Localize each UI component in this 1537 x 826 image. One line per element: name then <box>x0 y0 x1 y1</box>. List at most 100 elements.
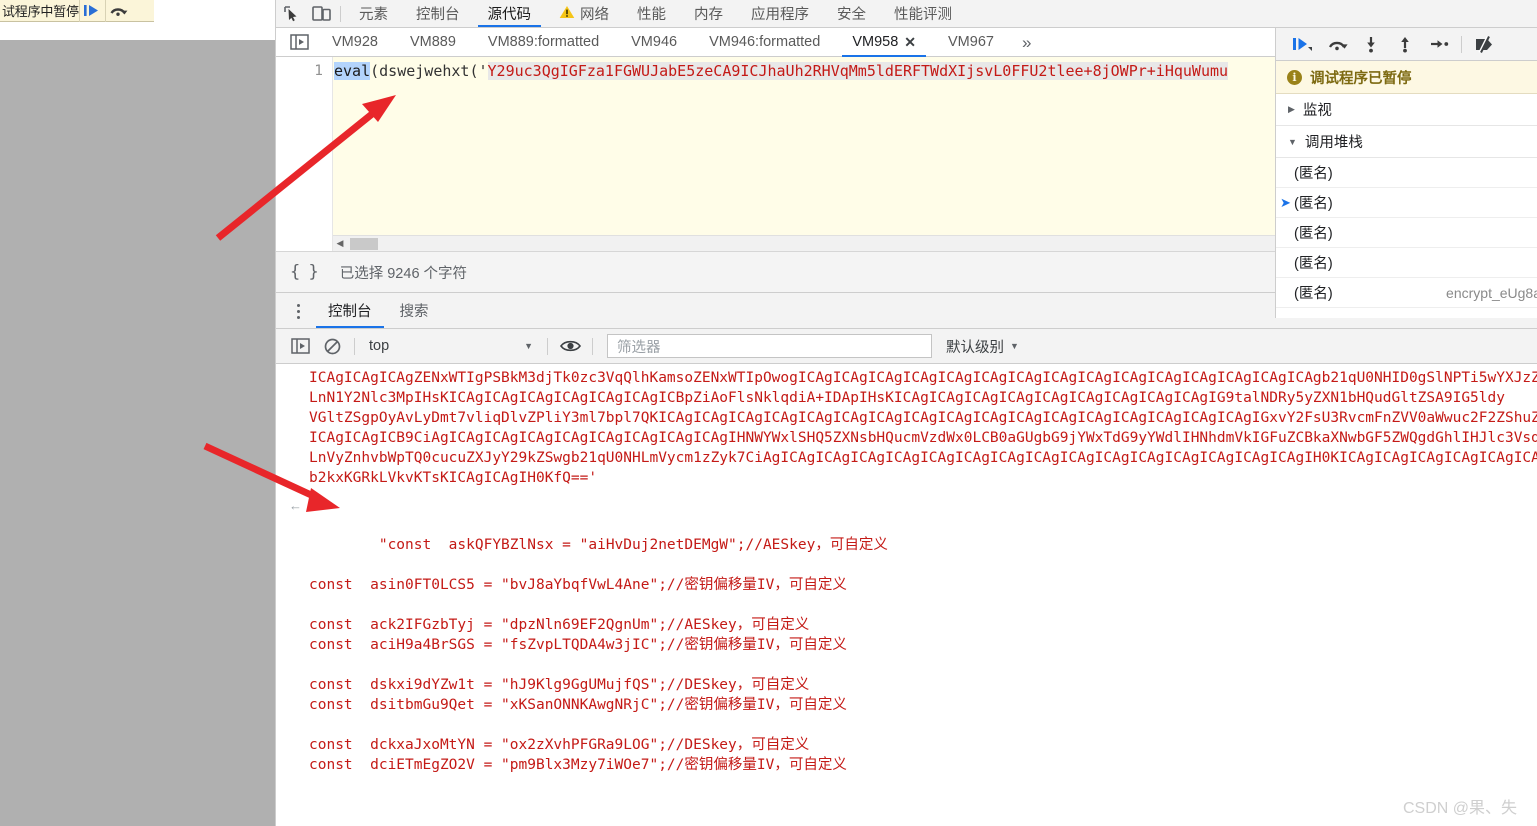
resume-script-icon[interactable] <box>1286 28 1320 60</box>
code-string-literal: Y29uc3QgIGFza1FGWUJabE5zeCA9ICJhaUh2RHVq… <box>487 62 1229 80</box>
source-tab-vm958[interactable]: VM958 ✕ <box>836 28 932 57</box>
source-tab-vm928[interactable]: VM928 <box>316 28 394 56</box>
code-keyword: eval <box>334 62 371 80</box>
page-paused-text: 试程序中暂停 <box>2 4 79 19</box>
call-stack-frame[interactable]: (匿名) <box>1276 158 1537 188</box>
console-sidebar-icon[interactable] <box>284 330 316 363</box>
drawer-tab-search[interactable]: 搜索 <box>386 293 443 328</box>
call-stack-frame-name: (匿名) <box>1294 256 1333 272</box>
paused-message-text: 调试程序已暂停 <box>1310 70 1412 87</box>
tab-application-label: 应用程序 <box>751 7 809 23</box>
scroll-left-icon[interactable]: ◀ <box>333 238 347 249</box>
console-toolbar: top ▼ 筛选器 默认级别 ▼ <box>276 329 1537 364</box>
call-stack-frame-name: (匿名) <box>1294 226 1333 242</box>
console-log-line: const dsitbmGu9Qet = "xKSanONNKAwgNRjC";… <box>309 697 847 713</box>
watch-section-label: 监视 <box>1302 103 1332 119</box>
watch-section-header[interactable]: ▶ 监视 <box>1276 94 1537 126</box>
chevron-down-icon: ▼ <box>524 341 533 351</box>
clear-console-icon[interactable] <box>316 330 348 363</box>
page-viewport: 试程序中暂停 <box>0 0 275 826</box>
tab-memory-label: 内存 <box>694 7 723 23</box>
toolbar-divider <box>547 337 548 355</box>
selection-character-count: 已选择 9246 个字符 <box>339 265 468 282</box>
tab-sources[interactable]: 源代码 <box>474 0 546 27</box>
tab-memory[interactable]: 内存 <box>680 0 737 27</box>
inspect-element-icon[interactable] <box>276 0 306 27</box>
tab-performance-label: 性能 <box>637 7 666 23</box>
console-base64-line: ICAgICAgICB9CiAgICAgICAgICAgICAgICAgICAg… <box>309 430 1537 446</box>
source-tab-vm967[interactable]: VM967 <box>932 28 1010 56</box>
screenshot-root: 试程序中暂停 元素 控制台 源代码 网络 性能 内存 应用程序 安全 性能评测 … <box>0 0 1537 826</box>
source-tab-vm946-formatted[interactable]: VM946:formatted <box>693 28 836 56</box>
call-stack-frame[interactable]: ➤ (匿名) <box>1276 188 1537 218</box>
tab-sources-label: 源代码 <box>487 7 532 23</box>
source-tab-vm889[interactable]: VM889 <box>394 28 472 56</box>
console-filter-input[interactable]: 筛选器 <box>607 334 932 358</box>
step-out-icon[interactable] <box>1388 28 1422 60</box>
debugger-toolbar <box>1276 28 1537 61</box>
execution-context-value: top <box>369 338 390 354</box>
debugger-sidebar: i 调试程序已暂停 ▶ 监视 ▼ 调用堆栈 (匿名) ➤ (匿名) (匿名) (… <box>1275 28 1537 318</box>
watermark: CSDN @果、失 <box>1402 800 1517 817</box>
close-icon[interactable]: ✕ <box>904 35 916 49</box>
call-stack-frame-name: (匿名) <box>1294 286 1333 302</box>
call-stack-section-label: 调用堆栈 <box>1304 135 1363 151</box>
toolbar-divider <box>1461 35 1462 53</box>
device-toolbar-icon[interactable] <box>306 0 336 27</box>
source-tab-vm946-formatted-label: VM946:formatted <box>709 34 821 50</box>
more-tabs-icon[interactable]: » <box>1010 34 1043 51</box>
tab-console[interactable]: 控制台 <box>402 0 474 27</box>
call-stack-frame-name: (匿名) <box>1294 166 1333 182</box>
log-level-selector[interactable]: 默认级别 ▼ <box>946 336 1019 357</box>
log-level-label: 默认级别 <box>946 339 1004 356</box>
execution-context-selector[interactable]: top ▼ <box>361 334 541 358</box>
tab-security-label: 安全 <box>837 7 866 23</box>
call-stack-frame[interactable]: (匿名) <box>1276 218 1537 248</box>
more-options-icon[interactable] <box>282 294 314 328</box>
tab-lighthouse[interactable]: 性能评测 <box>880 0 966 27</box>
call-stack-frame[interactable]: (匿名) <box>1276 248 1537 278</box>
step-icon[interactable] <box>1422 28 1456 60</box>
source-tab-vm946[interactable]: VM946 <box>615 28 693 56</box>
devtools-main-tabbar: 元素 控制台 源代码 网络 性能 内存 应用程序 安全 性能评测 <box>276 0 1537 28</box>
drawer-tab-search-label: 搜索 <box>399 304 429 320</box>
call-stack-frame-url: encrypt_eUg8a <box>1446 284 1537 301</box>
console-output[interactable]: ICAgICAgICAgZENxWTIgPSBkM3djTk0zc3VqQlhK… <box>276 364 1537 798</box>
deactivate-breakpoints-icon[interactable] <box>1467 28 1501 60</box>
tab-application[interactable]: 应用程序 <box>737 0 823 27</box>
code-prefix: (dswejwehxt(' <box>370 62 488 80</box>
step-over-icon[interactable] <box>1320 28 1354 60</box>
call-stack-section-header[interactable]: ▼ 调用堆栈 <box>1276 126 1537 158</box>
console-log-line: const dskxi9dYZw1t = "hJ9Klg9GgUMujfQS";… <box>309 677 810 693</box>
step-into-icon[interactable] <box>1354 28 1388 60</box>
tab-lighthouse-label: 性能评测 <box>894 7 952 23</box>
drawer-tab-console[interactable]: 控制台 <box>314 293 386 328</box>
live-expression-icon[interactable] <box>554 330 586 363</box>
console-log-line: const asin0FT0LCS5 = "bvJ8aYbqfVwL4Ane";… <box>309 577 847 593</box>
console-base64-line: VGltZSgpOyAvLyDmt7vliqDlvZPliY3ml7bpl7QK… <box>309 410 1537 426</box>
show-navigator-icon[interactable] <box>282 29 316 56</box>
editor-gutter: 1 <box>276 57 333 251</box>
scrollbar-thumb[interactable] <box>350 237 378 250</box>
toolbar-divider <box>592 337 593 355</box>
tab-performance[interactable]: 性能 <box>623 0 680 27</box>
chevron-down-icon: ▼ <box>1288 136 1297 147</box>
tab-network[interactable]: 网络 <box>545 0 623 27</box>
step-over-icon[interactable] <box>104 0 131 22</box>
pretty-print-icon[interactable]: { } <box>290 262 319 282</box>
call-stack-frame[interactable]: (匿名) encrypt_eUg8a <box>1276 278 1537 308</box>
console-base64-line: LnN1Y2Nlc3MpIHsKICAgICAgICAgICAgICAgICAg… <box>309 390 1505 406</box>
tab-security[interactable]: 安全 <box>823 0 880 27</box>
source-tab-vm889-formatted-label: VM889:formatted <box>487 34 600 50</box>
console-log-line: const aes_local_key = 'emhlbnFpcGFsbWtle… <box>276 795 1537 798</box>
source-tab-vm889-formatted[interactable]: VM889:formatted <box>472 28 615 56</box>
toolbar-divider <box>340 6 341 22</box>
tab-elements[interactable]: 元素 <box>345 0 402 27</box>
page-paused-overlay: 试程序中暂停 <box>0 0 154 22</box>
chevron-down-icon: ▼ <box>1010 341 1019 351</box>
chevron-right-icon: ▶ <box>1288 104 1295 114</box>
resume-icon[interactable] <box>78 0 105 22</box>
info-icon: i <box>1287 69 1302 85</box>
console-filter-placeholder: 筛选器 <box>617 339 661 356</box>
